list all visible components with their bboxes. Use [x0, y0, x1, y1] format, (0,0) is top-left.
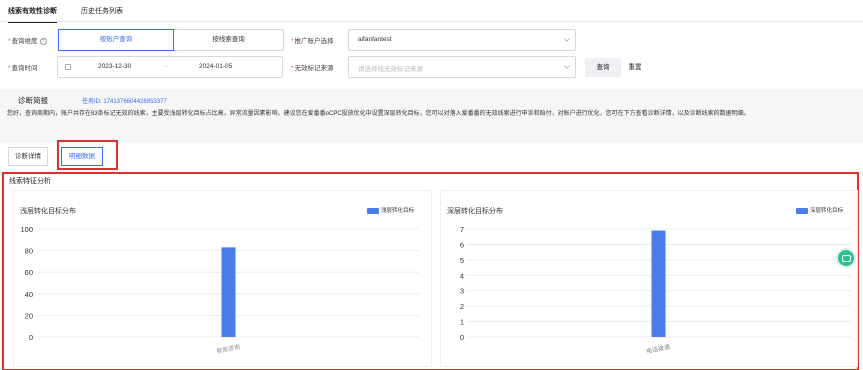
query-by-clue-button[interactable]: 按线索查询	[173, 29, 284, 51]
y-tick-label: 6	[460, 240, 464, 249]
query-by-account-button[interactable]: 按账户查询	[58, 29, 174, 51]
top-tab-bar: 线索有效性诊断 历史任务列表	[0, 0, 863, 23]
query-dimension-label: *查询维度?	[8, 35, 47, 45]
date-range-picker[interactable]: 2023-12-30 - 2024-01-05	[57, 56, 283, 78]
y-tick-label: 0	[460, 333, 464, 342]
end-date[interactable]: 2024-01-05	[199, 63, 232, 70]
query-button[interactable]: 查询	[585, 58, 621, 77]
y-tick-label: 2	[460, 302, 464, 311]
calendar-icon	[65, 64, 71, 70]
account-select[interactable]: aifanfantest	[348, 29, 576, 51]
y-tick-label: 40	[25, 290, 33, 299]
account-select-value: aifanfantest	[358, 36, 392, 43]
chevron-down-icon	[564, 63, 570, 69]
tab-history-tasks[interactable]: 历史任务列表	[81, 6, 123, 16]
diagnosis-summary: 诊断简报 任务ID: 1741376604428853377 您好，查询周期内，…	[0, 89, 863, 143]
highlight-box-subtab	[57, 140, 118, 170]
bar[interactable]	[651, 230, 666, 337]
invalid-source-placeholder: 请选择线无效标记来源	[358, 66, 423, 73]
x-tick-label: 有效咨询	[216, 343, 241, 356]
chevron-down-icon	[564, 36, 570, 42]
tab-diagnosis-detail[interactable]: 诊断详情	[8, 147, 48, 166]
x-tick-label: 电话拨通	[646, 343, 671, 356]
query-row-1: *查询维度? 按账户查询 按线索查询 *推广账户选择 aifanfantest	[0, 29, 863, 51]
chart-shallow-svg: 0 20 40 60 80 100 有效咨询	[20, 225, 419, 356]
y-tick-label: 0	[29, 333, 33, 342]
help-icon[interactable]: ?	[39, 37, 47, 45]
diagnosis-title: 诊断简报	[18, 96, 48, 105]
y-tick-label: 100	[20, 225, 33, 234]
date-separator: -	[165, 63, 168, 70]
tab-clue-diagnosis[interactable]: 线索有效性诊断	[8, 6, 57, 23]
diagnosis-text: 您好，查询周期内，账户共存在83条标记无效的线索，主要受浅层转化目标占比高，异常…	[7, 111, 750, 117]
y-tick-label: 4	[460, 271, 464, 280]
y-tick-label: 60	[25, 268, 33, 277]
y-tick-label: 5	[460, 256, 464, 265]
account-select-label: *推广账户选择	[291, 38, 334, 45]
invalid-source-select[interactable]: 请选择线无效标记来源	[348, 56, 576, 78]
start-date[interactable]: 2023-12-30	[98, 63, 131, 70]
bar[interactable]	[221, 247, 236, 337]
invalid-source-label: *无效标记来源	[291, 65, 334, 72]
y-tick-label: 7	[460, 225, 464, 234]
y-tick-label: 1	[460, 318, 464, 327]
y-tick-label: 3	[460, 287, 464, 296]
y-tick-label: 20	[25, 311, 33, 320]
chat-icon[interactable]	[838, 250, 854, 266]
diagnosis-task-id[interactable]: 任务ID: 1741376604428853377	[82, 96, 167, 105]
chart-deep-svg: 0 1 2 3 4 5 6 7 电话拨通	[460, 225, 851, 356]
query-row-2: *查询时间 2023-12-30 - 2024-01-05 *无效标记来源 请选…	[0, 56, 863, 78]
chart-card-shallow: 浅层转化目标分布 浅层转化目标 0 20 40 60 80 100 有效咨询	[13, 190, 432, 367]
section-title: 线索特征分析	[9, 178, 51, 185]
y-tick-label: 80	[25, 247, 33, 256]
reset-button[interactable]: 重置	[624, 58, 646, 77]
query-time-label: *查询时间	[8, 65, 38, 72]
chart-card-deep: 深层转化目标分布 深层转化目标 0 1 2 3 4 5 6 7 电话拨通	[440, 190, 858, 367]
